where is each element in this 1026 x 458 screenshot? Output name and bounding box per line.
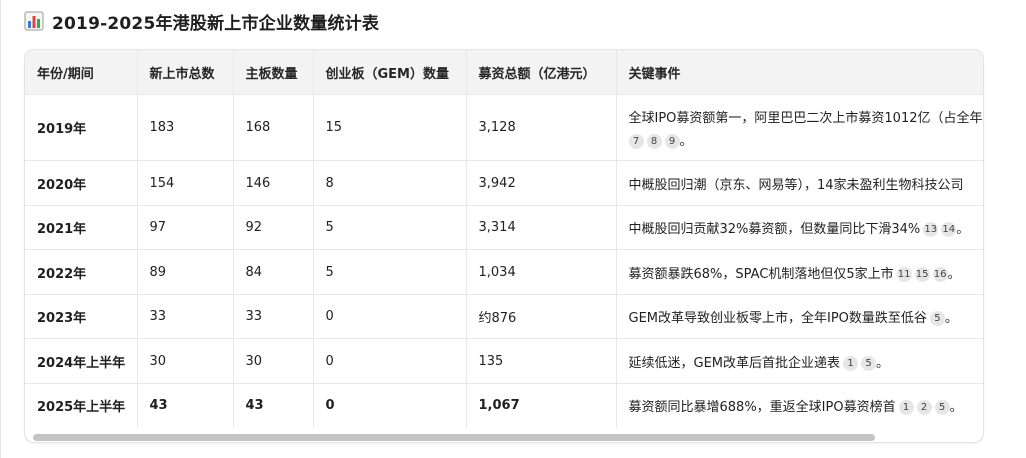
event-text: 募资额暴跌68%，SPAC机制落地但仅5家上市	[628, 266, 894, 282]
cell-raise: 3,128	[466, 94, 617, 161]
event-end-punct: 。	[876, 355, 890, 371]
ipo-stats-table: 年份/期间 新上市总数 主板数量 创业板（GEM）数量 募资总额（亿港元） 关键…	[24, 49, 984, 443]
citation-badge[interactable]: 9	[664, 133, 680, 149]
cell-gem: 15	[313, 94, 467, 161]
citation-badge[interactable]: 1	[843, 355, 859, 371]
event-text: GEM改革导致创业板零上市，全年IPO数量跌至低谷	[628, 311, 927, 326]
cell-main-board: 92	[233, 205, 314, 250]
column-header-raise[interactable]: 募资总额（亿港元）	[466, 50, 617, 95]
cell-period: 2023年	[25, 294, 138, 339]
page-title: 2019-2025年港股新上市企业数量统计表	[52, 13, 380, 34]
cell-main-board: 168	[233, 94, 314, 161]
cell-main-board: 30	[233, 338, 314, 384]
cell-gem: 8	[313, 160, 467, 206]
column-header-gem[interactable]: 创业板（GEM）数量	[313, 50, 467, 95]
event-text: 募资额同比暴增688%，重返全球IPO募资榜首	[628, 400, 896, 416]
cell-period: 2024年上半年	[25, 338, 138, 384]
citation-group: 11 15 16	[894, 266, 948, 282]
cell-event: 中概股回归贡献32%募资额，但数量同比下滑34% 13 14。	[616, 205, 983, 250]
cell-raise: 135	[466, 338, 617, 384]
citation-badge[interactable]: 11	[896, 266, 912, 282]
bar-chart-icon	[24, 11, 44, 31]
cell-total: 30	[137, 338, 234, 384]
cell-total: 89	[137, 249, 234, 295]
cell-total: 183	[137, 94, 234, 161]
citation-badge[interactable]: 5	[861, 355, 877, 371]
cell-event: GEM改革导致创业板零上市，全年IPO数量跌至低谷 5。	[616, 294, 983, 339]
cell-gem: 5	[313, 205, 467, 250]
table-row: 2019年 183 168 15 3,128 全球IPO募资额第一，阿里巴巴二次上市募资1…	[25, 94, 984, 161]
cell-main-board: 146	[233, 160, 314, 206]
table-row: 2021年 97 92 5 3,314 中概股回归贡献32%募资额，但数量同比下滑34% 1…	[25, 205, 983, 250]
cell-raise: 1,034	[466, 249, 617, 295]
cell-total: 97	[137, 205, 234, 250]
cell-raise: 3,942	[466, 160, 617, 206]
cell-event: 募资额同比暴增688%，重返全球IPO募资榜首 1 2 5。	[616, 383, 983, 428]
cell-main-board: 43	[233, 383, 314, 428]
citation-group: 789	[628, 133, 680, 149]
cell-gem: 5	[313, 249, 467, 295]
citation-badge[interactable]: 14	[941, 222, 957, 237]
cell-main-board: 84	[233, 249, 314, 295]
table-row: 2022年 89 84 5 1,034 募资额暴跌68%，SPAC机制落地但仅5家上市 11…	[25, 249, 983, 295]
cell-event: 全球IPO募资额第一，阿里巴巴二次上市募资1012亿（占全年 7 8 9。	[616, 94, 984, 161]
citation-badge[interactable]: 16	[932, 266, 948, 282]
citation-group: 125	[896, 400, 950, 416]
table-header-row: 年份/期间 新上市总数 主板数量 创业板（GEM）数量 募资总额（亿港元） 关键…	[25, 50, 983, 95]
cell-total: 33	[137, 294, 234, 339]
cell-raise: 3,314	[466, 205, 617, 250]
event-end-punct: 。	[679, 133, 693, 149]
panel-edge	[0, 0, 1, 458]
citation-badge[interactable]: 7	[628, 133, 644, 149]
citation-badge[interactable]: 1	[898, 400, 914, 416]
table-row: 2024年上半年 30 30 0 135 延续低迷，GEM改革后首批企业递表 1 5。	[25, 338, 983, 384]
cell-period: 2025年上半年	[25, 383, 138, 428]
cell-period: 2021年	[25, 205, 138, 250]
event-end-punct: 。	[949, 400, 963, 416]
column-header-main-board[interactable]: 主板数量	[233, 50, 314, 95]
event-end-punct: 。	[944, 311, 958, 326]
cell-total: 43	[137, 383, 234, 428]
horizontal-scrollbar[interactable]	[25, 432, 983, 442]
table-row: 2025年上半年 43 43 0 1,067 募资额同比暴增688%，重返全球IPO募资榜…	[25, 383, 983, 428]
citation-group: 15	[840, 355, 877, 371]
column-header-events[interactable]: 关键事件	[616, 50, 983, 95]
cell-event: 募资额暴跌68%，SPAC机制落地但仅5家上市 11 15 16。	[616, 249, 983, 295]
cell-raise: 约876	[466, 294, 617, 339]
cell-gem: 0	[313, 294, 467, 339]
column-header-total[interactable]: 新上市总数	[137, 50, 234, 95]
cell-gem: 0	[313, 383, 467, 428]
cell-raise: 1,067	[466, 383, 617, 428]
cell-gem: 0	[313, 338, 467, 384]
event-text: 中概股回归潮（京东、网易等），14家未盈利生物科技公司	[628, 177, 964, 193]
scrollbar-thumb[interactable]	[33, 434, 875, 441]
cell-total: 154	[137, 160, 234, 206]
citation-badge[interactable]: 13	[923, 222, 939, 237]
event-text: 全球IPO募资额第一，阿里巴巴二次上市募资1012亿（占全年	[628, 110, 983, 126]
citation-badge[interactable]: 2	[916, 400, 932, 416]
cell-event: 中概股回归潮（京东、网易等），14家未盈利生物科技公司	[616, 160, 983, 206]
cell-period: 2022年	[25, 249, 138, 295]
event-end-punct: 。	[947, 266, 961, 282]
event-second-line: 7 8 9。	[628, 130, 984, 149]
cell-event: 延续低迷，GEM改革后首批企业递表 1 5。	[616, 338, 983, 384]
citation-badge[interactable]: 15	[914, 266, 930, 282]
data-table: 年份/期间 新上市总数 主板数量 创业板（GEM）数量 募资总额（亿港元） 关键…	[25, 50, 984, 428]
event-end-punct: 。	[956, 222, 970, 237]
citation-group: 5	[927, 311, 945, 326]
cell-main-board: 33	[233, 294, 314, 339]
citation-badge[interactable]: 5	[934, 400, 950, 416]
event-text: 延续低迷，GEM改革后首批企业递表	[628, 355, 841, 371]
column-header-period[interactable]: 年份/期间	[25, 50, 138, 95]
event-text: 中概股回归贡献32%募资额，但数量同比下滑34%	[628, 222, 921, 237]
citation-badge[interactable]: 8	[646, 133, 662, 149]
table-row: 2023年 33 33 0 约876 GEM改革导致创业板零上市，全年IPO数量跌至低谷 5…	[25, 294, 983, 339]
cell-period: 2019年	[25, 94, 138, 161]
table-heading: 2019-2025年港股新上市企业数量统计表	[24, 8, 379, 34]
cell-period: 2020年	[25, 160, 138, 206]
citation-badge[interactable]: 5	[929, 311, 945, 326]
citation-group: 13 14	[920, 222, 957, 237]
table-row: 2020年 154 146 8 3,942 中概股回归潮（京东、网易等），14家未盈利生物…	[25, 160, 983, 206]
